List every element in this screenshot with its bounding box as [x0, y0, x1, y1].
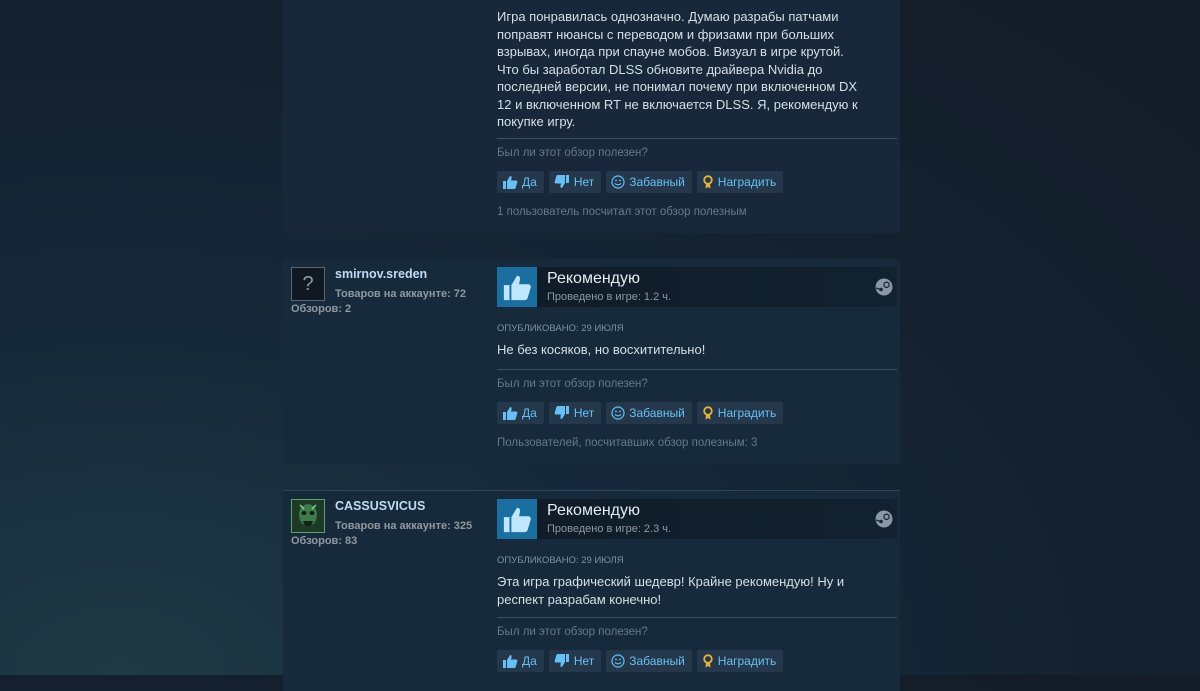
smiley-icon	[611, 406, 625, 420]
steam-icon	[875, 278, 893, 296]
vote-no-label: Нет	[573, 654, 595, 668]
vote-buttons: Да Нет Забавный Наградить	[497, 650, 784, 672]
vote-no-label: Нет	[573, 175, 595, 189]
divider	[497, 617, 897, 618]
helpful-count: 1 пользователь посчитал этот обзор полез…	[497, 206, 747, 218]
reviews-count[interactable]: Обзоров: 83	[291, 535, 357, 547]
smiley-icon	[611, 175, 625, 189]
helpful-question: Был ли этот обзор полезен?	[497, 378, 648, 390]
hours-played: Проведено в игре: 2.3 ч.	[547, 523, 672, 535]
reviewer-name[interactable]: smirnov.sreden	[335, 267, 427, 281]
posted-date: Опубликовано: 29 июля	[497, 323, 624, 334]
divider	[497, 138, 897, 139]
award-label: Наградить	[717, 654, 777, 668]
thumbs-up-icon	[497, 499, 537, 539]
vote-yes-label: Да	[522, 654, 537, 668]
vote-no-button[interactable]: Нет	[548, 650, 602, 672]
thumbs-up-icon	[503, 655, 518, 668]
vote-funny-button[interactable]: Забавный	[606, 650, 692, 672]
award-button[interactable]: Наградить	[696, 402, 784, 424]
vote-header[interactable]: Рекомендую Проведено в игре: 2.3 ч.	[497, 499, 897, 539]
posted-date: Опубликовано: 29 июля	[497, 555, 624, 566]
vote-buttons: Да Нет Забавный Наградить	[497, 171, 784, 193]
vote-funny-button[interactable]: Забавный	[606, 402, 692, 424]
hours-played: Проведено в игре: 1.2 ч.	[547, 291, 672, 303]
smiley-icon	[611, 654, 625, 668]
award-label: Наградить	[717, 175, 777, 189]
thumbs-up-icon	[497, 267, 537, 307]
thumbs-down-icon	[554, 654, 569, 667]
review-text: Эта игра графический шедевр! Крайне реко…	[497, 574, 845, 607]
vote-yes-button[interactable]: Да	[497, 171, 544, 193]
verdict-title: Рекомендую	[547, 502, 641, 519]
vote-funny-button[interactable]: Забавный	[606, 171, 692, 193]
review-text: Игра понравилась однозначно. Думаю разра…	[497, 9, 858, 129]
reviewer-name[interactable]: CASSUSVICUS	[335, 499, 425, 513]
reviews-count[interactable]: Обзоров: 2	[291, 303, 351, 315]
thumbs-down-icon	[554, 175, 569, 188]
vote-yes-button[interactable]: Да	[497, 402, 544, 424]
steam-icon	[875, 510, 893, 528]
vote-funny-label: Забавный	[629, 175, 685, 189]
verdict-title: Рекомендую	[547, 270, 641, 287]
thumbs-up-icon	[503, 176, 518, 189]
review-text: Не без косяков, но восхитительно!	[497, 342, 706, 357]
award-button[interactable]: Наградить	[696, 650, 784, 672]
thumbs-down-icon	[554, 406, 569, 419]
vote-buttons: Да Нет Забавный Наградить	[497, 402, 784, 424]
avatar[interactable]: ?	[291, 267, 325, 301]
products-owned: Товаров на аккаунте: 72	[335, 288, 467, 300]
vote-no-button[interactable]: Нет	[548, 402, 602, 424]
award-icon	[703, 654, 713, 668]
award-icon	[703, 175, 713, 189]
products-owned: Товаров на аккаунте: 325	[335, 520, 473, 532]
vote-header[interactable]: Рекомендую Проведено в игре: 1.2 ч.	[497, 267, 897, 307]
vote-no-label: Нет	[573, 406, 595, 420]
vote-no-button[interactable]: Нет	[548, 171, 602, 193]
avatar-image	[292, 500, 324, 532]
helpful-question: Был ли этот обзор полезен?	[497, 147, 648, 159]
vote-funny-label: Забавный	[629, 654, 685, 668]
review-card: ? smirnov.sreden Товаров на аккаунте: 72…	[283, 259, 900, 464]
vote-yes-label: Да	[522, 175, 537, 189]
helpful-question: Был ли этот обзор полезен?	[497, 626, 648, 638]
award-button[interactable]: Наградить	[696, 171, 784, 193]
vote-yes-button[interactable]: Да	[497, 650, 544, 672]
avatar[interactable]	[291, 499, 325, 533]
award-icon	[703, 406, 713, 420]
review-card: CASSUSVICUS Товаров на аккаунте: 325 Обз…	[283, 490, 900, 691]
review-card: Игра понравилась однозначно. Думаю разра…	[283, 0, 900, 233]
vote-yes-label: Да	[522, 406, 537, 420]
vote-funny-label: Забавный	[629, 406, 685, 420]
thumbs-up-icon	[503, 407, 518, 420]
divider	[497, 369, 897, 370]
helpful-count: Пользователей, посчитавших обзор полезны…	[497, 437, 758, 449]
award-label: Наградить	[717, 406, 777, 420]
